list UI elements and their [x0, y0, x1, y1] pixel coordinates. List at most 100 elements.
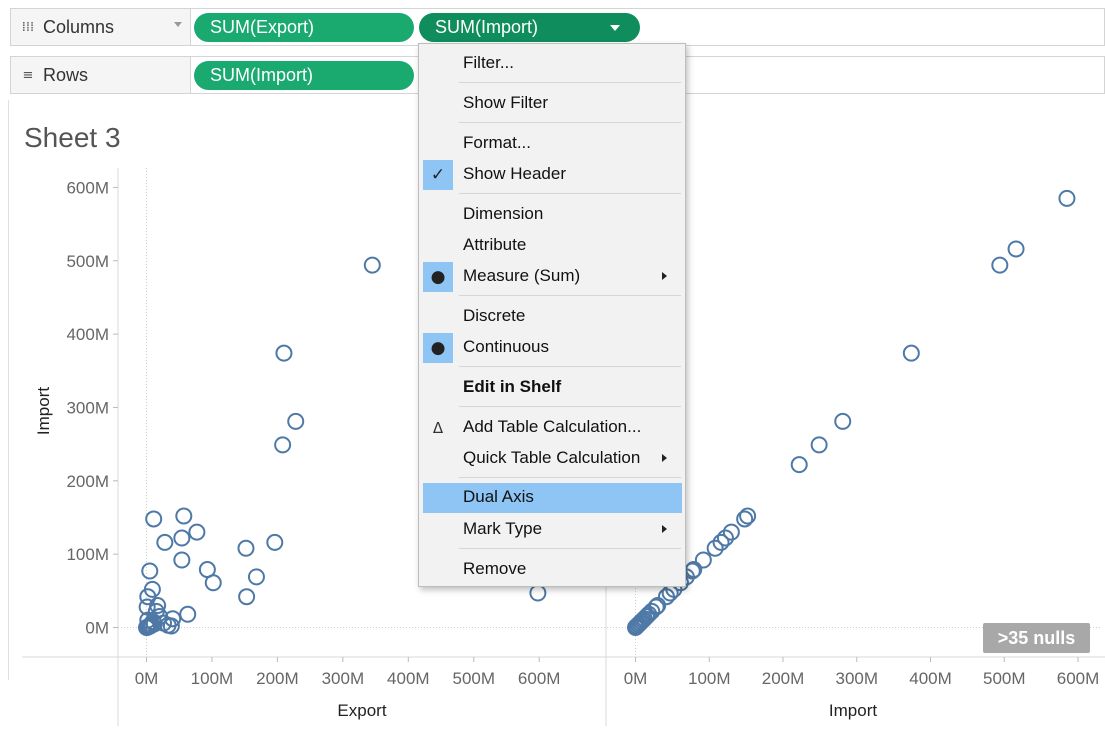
- menu-item-label: Show Header: [463, 164, 567, 183]
- delta-icon: Δ: [432, 419, 444, 437]
- menu-separator: [459, 477, 681, 478]
- x-tick-label: 300M: [835, 669, 878, 688]
- menu-item-show-filter[interactable]: Show Filter: [419, 89, 685, 119]
- scatter-point[interactable]: [275, 344, 293, 362]
- menu-item-attribute[interactable]: Attribute: [419, 231, 685, 261]
- scatter-point[interactable]: [145, 510, 163, 528]
- menu-item-label: Dual Axis: [463, 487, 534, 506]
- menu-item-label: Continuous: [463, 337, 550, 356]
- menu-item-label: Edit in Shelf: [463, 377, 562, 396]
- x-axis-title: Export: [337, 701, 386, 720]
- scatter-point[interactable]: [188, 523, 206, 541]
- scatter-point[interactable]: [175, 507, 193, 525]
- checkmark-icon: ✓: [423, 160, 453, 190]
- scatter-point[interactable]: [834, 412, 852, 430]
- x-tick-label: 300M: [322, 669, 365, 688]
- scatter-point[interactable]: [661, 584, 679, 602]
- menu-highlight: [423, 483, 682, 513]
- y-tick-label: 0M: [85, 619, 109, 638]
- x-tick-label: 200M: [256, 669, 299, 688]
- x-tick-label: 500M: [983, 669, 1026, 688]
- scatter-point[interactable]: [736, 510, 754, 528]
- menu-item-label: Quick Table Calculation: [463, 448, 641, 467]
- x-tick-label: 100M: [688, 669, 731, 688]
- scatter-point[interactable]: [1007, 240, 1025, 258]
- menu-item-filter[interactable]: Filter...: [419, 49, 685, 79]
- radio-dot-icon: ●: [423, 262, 453, 292]
- scatter-point[interactable]: [238, 588, 256, 606]
- scatter-point[interactable]: [156, 533, 174, 551]
- menu-item-label: Show Filter: [463, 93, 549, 112]
- menu-item-discrete[interactable]: Discrete: [419, 302, 685, 332]
- x-tick-label: 400M: [909, 669, 952, 688]
- menu-item-label: Attribute: [463, 235, 527, 254]
- x-tick-label: 600M: [1057, 669, 1100, 688]
- pill-context-menu: Filter... Show Filter Format... ✓ Show H…: [418, 43, 686, 587]
- menu-separator: [459, 295, 681, 296]
- scatter-point[interactable]: [810, 436, 828, 454]
- scatter-point[interactable]: [247, 568, 265, 586]
- x-tick-label: 0M: [135, 669, 159, 688]
- y-tick-label: 300M: [66, 398, 109, 417]
- scatter-point[interactable]: [363, 256, 381, 274]
- radio-dot-icon: ●: [423, 333, 453, 363]
- scatter-point[interactable]: [902, 344, 920, 362]
- menu-item-label: Add Table Calculation...: [463, 417, 642, 436]
- x-tick-label: 100M: [191, 669, 234, 688]
- x-tick-label: 200M: [762, 669, 805, 688]
- y-tick-label: 400M: [66, 325, 109, 344]
- submenu-arrow-icon: [662, 525, 667, 533]
- scatter-point[interactable]: [173, 551, 191, 569]
- nulls-indicator[interactable]: >35 nulls: [983, 623, 1090, 653]
- submenu-arrow-icon: [662, 454, 667, 462]
- menu-item-edit-in-shelf[interactable]: Edit in Shelf: [419, 373, 685, 403]
- scatter-point[interactable]: [287, 412, 305, 430]
- x-tick-label: 500M: [452, 669, 495, 688]
- menu-item-remove[interactable]: Remove: [419, 555, 685, 585]
- menu-item-dual-axis[interactable]: Dual Axis: [419, 483, 685, 513]
- scatter-point[interactable]: [173, 529, 191, 547]
- scatter-point[interactable]: [179, 605, 197, 623]
- menu-separator: [459, 406, 681, 407]
- menu-item-label: Discrete: [463, 306, 526, 325]
- menu-item-label: Dimension: [463, 204, 544, 223]
- scatter-point[interactable]: [237, 539, 255, 557]
- x-tick-label: 0M: [624, 669, 648, 688]
- scatter-point[interactable]: [266, 533, 284, 551]
- menu-item-quick-table-calculation[interactable]: Quick Table Calculation: [419, 444, 685, 474]
- menu-separator: [459, 366, 681, 367]
- x-axis-title: Import: [829, 701, 877, 720]
- scatter-point[interactable]: [739, 507, 757, 525]
- y-axis-title: Import: [34, 387, 53, 435]
- menu-item-label: Mark Type: [463, 519, 543, 538]
- scatter-point[interactable]: [991, 256, 1009, 274]
- menu-separator: [459, 82, 681, 83]
- menu-item-label: Measure (Sum): [463, 266, 581, 285]
- menu-item-show-header[interactable]: ✓ Show Header: [419, 160, 685, 190]
- y-tick-label: 200M: [66, 472, 109, 491]
- menu-item-measure[interactable]: ● Measure (Sum): [419, 262, 685, 292]
- menu-item-add-table-calculation[interactable]: Δ Add Table Calculation...: [419, 413, 685, 443]
- scatter-point[interactable]: [204, 574, 222, 592]
- menu-item-format[interactable]: Format...: [419, 129, 685, 159]
- scatter-point[interactable]: [790, 456, 808, 474]
- menu-item-label: Format...: [463, 133, 532, 152]
- x-tick-label: 400M: [387, 669, 430, 688]
- scatter-point[interactable]: [141, 562, 159, 580]
- y-tick-label: 500M: [66, 252, 109, 271]
- menu-item-dimension[interactable]: Dimension: [419, 200, 685, 230]
- submenu-arrow-icon: [662, 272, 667, 280]
- menu-separator: [459, 193, 681, 194]
- menu-separator: [459, 122, 681, 123]
- scatter-point[interactable]: [274, 436, 292, 454]
- y-tick-label: 600M: [66, 178, 109, 197]
- menu-item-label: Filter...: [463, 53, 515, 72]
- scatter-point[interactable]: [1058, 189, 1076, 207]
- y-tick-label: 100M: [66, 545, 109, 564]
- menu-item-label: Remove: [463, 559, 527, 578]
- x-tick-label: 600M: [518, 669, 561, 688]
- menu-item-continuous[interactable]: ● Continuous: [419, 333, 685, 363]
- menu-separator: [459, 548, 681, 549]
- menu-item-mark-type[interactable]: Mark Type: [419, 515, 685, 545]
- scatter-point[interactable]: [529, 584, 547, 602]
